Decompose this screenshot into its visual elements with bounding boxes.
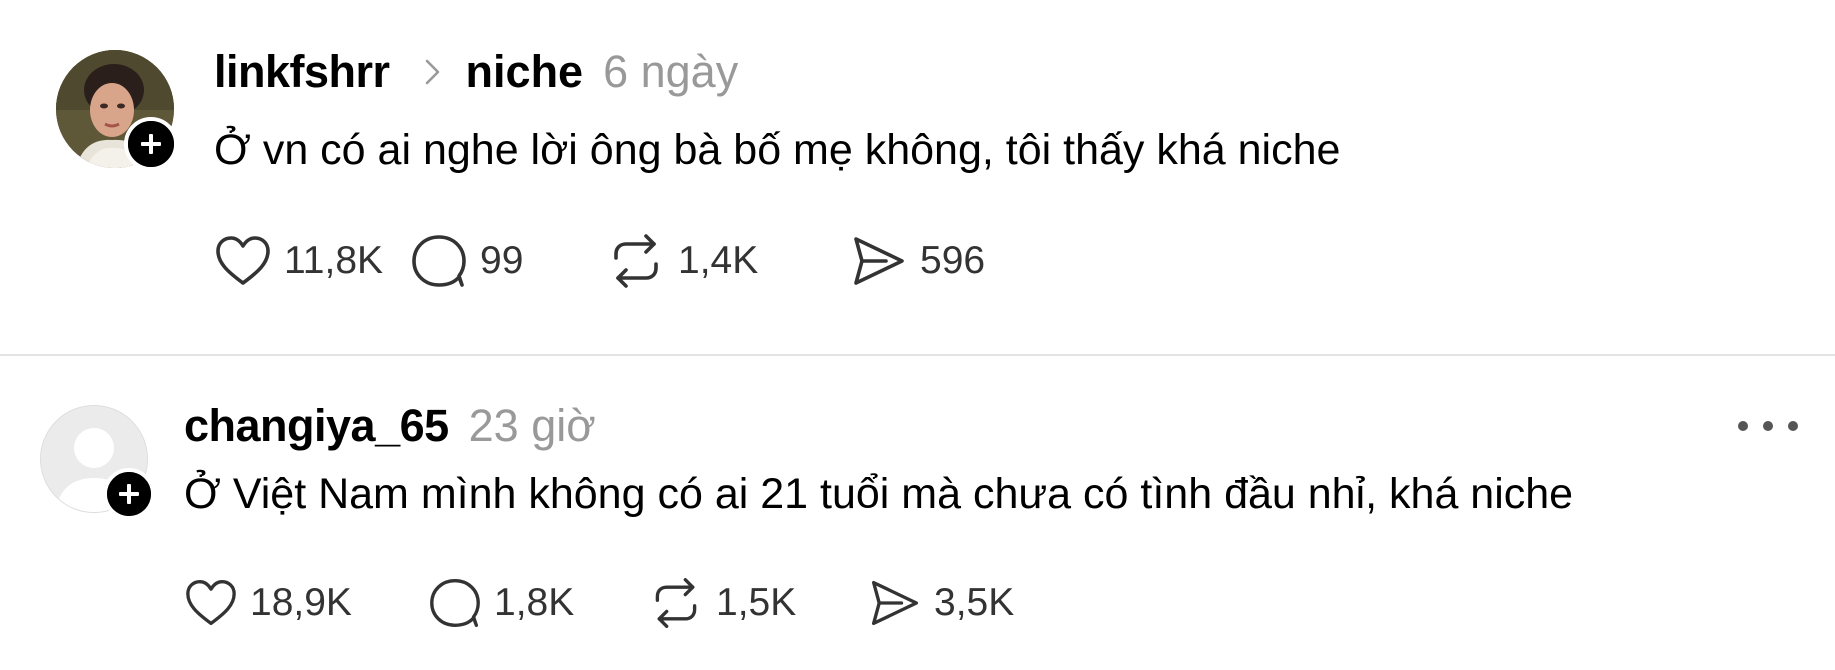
like-count: 11,8K: [284, 239, 384, 282]
follow-button[interactable]: [124, 117, 178, 171]
username[interactable]: changiya_65: [184, 400, 449, 452]
comment-bubble-icon: [430, 579, 480, 627]
action-bar: 11,8K 99 1,4K 596: [214, 232, 985, 290]
repost-button[interactable]: 1,4K: [606, 232, 850, 290]
chevron-right-icon: [422, 57, 444, 87]
repost-button[interactable]: 1,5K: [648, 576, 868, 630]
repost-count: 1,5K: [716, 581, 797, 624]
post-text: Ở Việt Nam mình không có ai 21 tuổi mà c…: [184, 470, 1574, 518]
share-button[interactable]: 3,5K: [868, 577, 1014, 629]
post-header: changiya_65 23 giờ: [184, 400, 596, 452]
post-timestamp[interactable]: 6 ngày: [603, 46, 738, 98]
comment-count: 1,8K: [494, 581, 575, 624]
post-text: Ở vn có ai nghe lời ông bà bố mẹ không, …: [214, 126, 1341, 174]
comment-bubble-icon: [412, 235, 466, 287]
repost-count: 1,4K: [678, 239, 759, 282]
repost-icon: [614, 234, 658, 288]
username[interactable]: linkfshrr: [214, 46, 390, 98]
plus-icon: [128, 121, 174, 167]
plus-icon: [107, 472, 151, 516]
follow-button[interactable]: [103, 468, 155, 520]
more-options-button[interactable]: [1738, 408, 1798, 444]
comment-count: 99: [480, 239, 524, 282]
repost-icon: [655, 578, 697, 628]
share-count: 596: [920, 239, 986, 282]
post-card: linkfshrr niche 6 ngày Ở vn có ai nghe l…: [0, 0, 1835, 354]
action-bar: 18,9K 1,8K 1,5K 3,5K: [184, 576, 1014, 630]
share-count: 3,5K: [934, 581, 1015, 624]
send-icon: [854, 237, 904, 285]
heart-icon: [216, 236, 270, 285]
send-icon: [871, 580, 919, 626]
comment-button[interactable]: 1,8K: [428, 577, 648, 629]
comment-button[interactable]: 99: [410, 233, 606, 289]
post-header: linkfshrr niche 6 ngày: [214, 46, 738, 98]
post-timestamp[interactable]: 23 giờ: [469, 400, 596, 452]
like-count: 18,9K: [250, 581, 352, 624]
ellipsis-icon: [1738, 421, 1748, 431]
like-button[interactable]: 18,9K: [184, 578, 428, 628]
topic-tag[interactable]: niche: [466, 46, 584, 98]
like-button[interactable]: 11,8K: [214, 234, 410, 288]
heart-icon: [186, 580, 236, 626]
share-button[interactable]: 596: [850, 233, 985, 289]
